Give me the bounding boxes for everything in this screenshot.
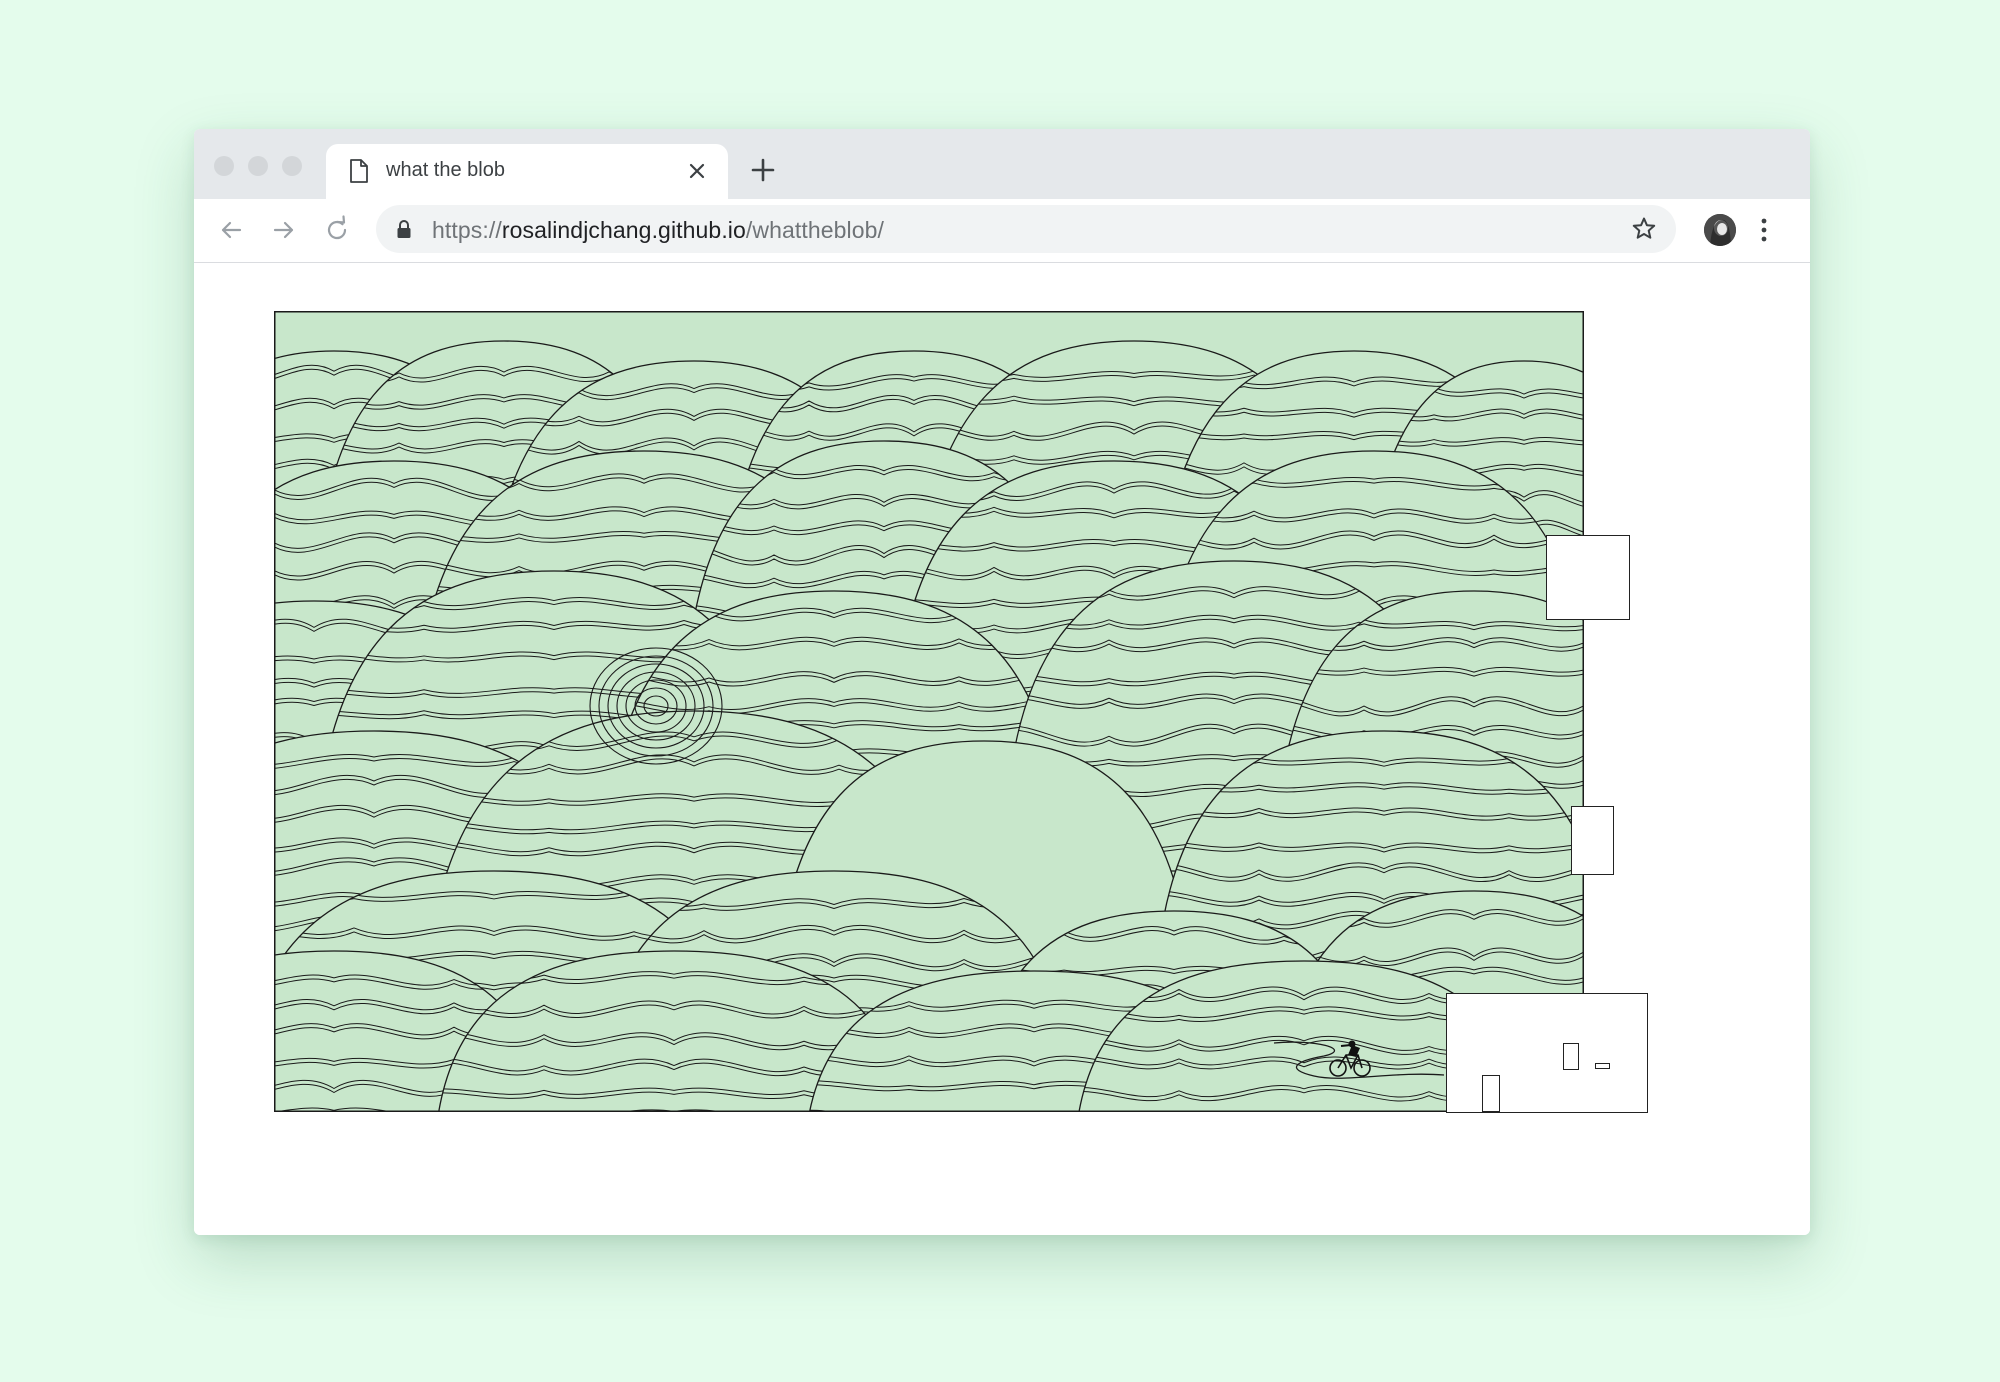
forward-arrow-icon[interactable] — [269, 215, 299, 245]
small-block — [1595, 1063, 1610, 1069]
bookmark-star-icon[interactable] — [1630, 215, 1658, 243]
more-menu-icon[interactable] — [1757, 215, 1771, 245]
blob-canvas[interactable] — [274, 311, 1648, 1113]
tab-strip: what the blob — [194, 129, 1810, 200]
reload-icon[interactable] — [322, 215, 352, 245]
floating-box — [1571, 806, 1614, 875]
floating-box — [1546, 535, 1630, 620]
address-bar[interactable]: https://rosalindjchang.github.io/whatthe… — [376, 205, 1676, 253]
window-maximize-dot[interactable] — [282, 156, 302, 176]
plus-icon[interactable] — [750, 157, 776, 183]
lock-icon[interactable] — [396, 219, 412, 239]
blob-artwork — [274, 311, 1584, 1112]
url-scheme: https:// — [432, 217, 502, 243]
browser-tab[interactable]: what the blob — [326, 144, 728, 200]
small-block — [1482, 1075, 1500, 1112]
page-content — [194, 263, 1810, 1235]
url-text[interactable]: https://rosalindjchang.github.io/whatthe… — [432, 217, 884, 244]
url-path: /whattheblob/ — [745, 217, 885, 243]
small-block — [1563, 1043, 1579, 1070]
document-icon — [350, 159, 368, 183]
profile-avatar[interactable] — [1704, 214, 1736, 246]
url-host: rosalindjchang.github.io — [501, 217, 746, 243]
back-arrow-icon[interactable] — [216, 215, 246, 245]
window-minimize-dot[interactable] — [248, 156, 268, 176]
avatar-image — [1704, 214, 1736, 246]
close-icon[interactable] — [686, 160, 708, 182]
toolbar: https://rosalindjchang.github.io/whatthe… — [194, 199, 1810, 263]
tab-title: what the blob — [386, 159, 505, 181]
floating-box — [1446, 993, 1648, 1113]
browser-window: what the blob https://rosalindjchang.git… — [194, 129, 1810, 1235]
window-close-dot[interactable] — [214, 156, 234, 176]
